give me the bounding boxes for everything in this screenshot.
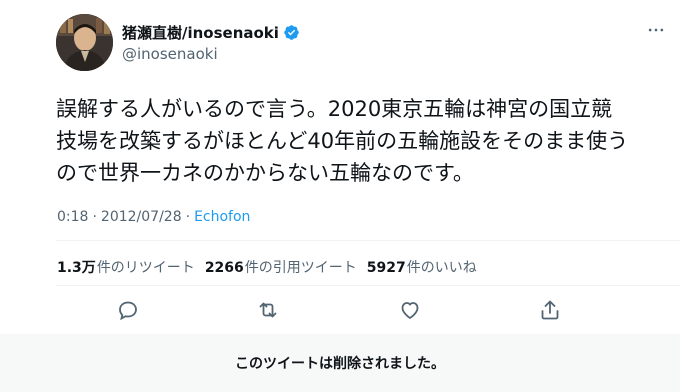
verified-badge-icon <box>284 25 299 40</box>
like-label: 件のいいね <box>406 260 477 276</box>
tweet-header: 猪瀬直樹/inosenaoki @inosenaoki <box>56 14 666 72</box>
heart-icon[interactable] <box>398 298 422 322</box>
avatar[interactable] <box>56 14 113 71</box>
retweet-icon[interactable] <box>256 298 280 322</box>
divider <box>56 285 680 286</box>
handle[interactable]: @inosenaoki <box>122 45 218 63</box>
quote-count: 2266 <box>204 260 244 276</box>
avatar-photo <box>56 14 113 71</box>
tweet-text-line: ので世界一カネのかからない五輪なのです。 <box>56 161 474 185</box>
display-name[interactable]: 猪瀬直樹/inosenaoki <box>122 22 279 43</box>
quote-label: 件の引用ツイート <box>244 260 357 276</box>
retweet-count: 1.3万 <box>57 260 96 276</box>
tweet-stats: 1.3万件のリツイート 2266件の引用ツイート 5927件のいいね <box>57 257 487 277</box>
deleted-notice: このツイートは削除されました。 <box>0 334 680 392</box>
tweet-date[interactable]: 2012/07/28 <box>101 209 182 225</box>
meta-separator: · <box>92 209 97 225</box>
more-icon[interactable] <box>646 20 666 40</box>
retweet-label: 件のリツイート <box>96 260 195 276</box>
tweet-time[interactable]: 0:18 <box>57 209 88 225</box>
like-count: 5927 <box>366 260 406 276</box>
tweet-text-line: 誤解する人がいるので言う。2020東京五輪は神宮の国立競 <box>56 97 613 121</box>
action-bar <box>56 296 616 324</box>
name-row: 猪瀬直樹/inosenaoki <box>122 22 300 43</box>
tweet-meta: 0:18 · 2012/07/28 · Echofon <box>57 209 250 225</box>
divider <box>56 240 680 241</box>
meta-separator: · <box>185 209 191 225</box>
tweet-text: 誤解する人がいるので言う。2020東京五輪は神宮の国立競 技場を改築するがほとん… <box>56 93 636 189</box>
share-icon[interactable] <box>538 298 562 322</box>
like-stat[interactable]: 5927件のいいね <box>367 257 477 277</box>
reply-icon[interactable] <box>116 298 140 322</box>
tweet-source[interactable]: Echofon <box>194 209 250 225</box>
retweet-stat[interactable]: 1.3万件のリツイート <box>57 257 195 277</box>
deleted-notice-text: このツイートは削除されました。 <box>235 356 445 372</box>
tweet-text-line: 技場を改築するがほとんど40年前の五輪施設をそのまま使う <box>56 129 629 153</box>
quote-stat[interactable]: 2266件の引用ツイート <box>205 257 357 277</box>
